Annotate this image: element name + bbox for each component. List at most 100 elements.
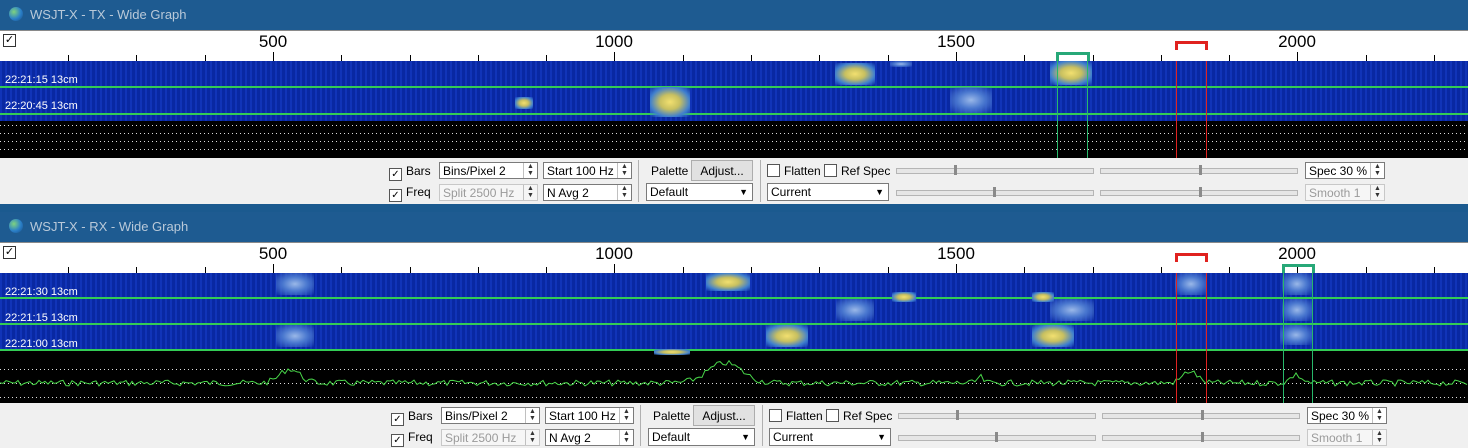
rx-waterfall[interactable]: 22:21:30 13cm 22:21:15 13cm 22:21:00 13c… (0, 273, 1468, 403)
tx-split-spinbox: Split 2500 Hz ▲ ▼ (439, 184, 538, 201)
signal-trace (1282, 299, 1312, 321)
period-separator (0, 86, 1468, 88)
spin-arrows-icon[interactable]: ▲ ▼ (619, 408, 633, 423)
tx-navg-spinbox[interactable]: N Avg 2 ▲ ▼ (543, 184, 632, 201)
rx-marker-line-right (1087, 61, 1088, 158)
spectrum-line (0, 359, 1468, 387)
rx-start-frequency-spinbox[interactable]: Start 100 Hz ▲ ▼ (545, 407, 634, 424)
tx-window-title: WSJT-X - TX - Wide Graph (30, 7, 187, 22)
tx-bars-checkbox[interactable]: ✓ Bars (389, 164, 431, 181)
tx-wide-graph-window: WSJT-X - TX - Wide Graph ✓ 500 1000 1500… (0, 0, 1468, 204)
rx-waterfall-gain-slider[interactable] (1102, 410, 1300, 420)
spin-arrows-icon[interactable]: ▲ ▼ (1372, 408, 1386, 423)
scale-label-1000: 1000 (595, 244, 633, 263)
rx-navg-spinbox[interactable]: N Avg 2 ▲ ▼ (545, 429, 634, 446)
tx-frequency-scale[interactable]: ✓ 500 1000 1500 2000 (0, 30, 1468, 62)
rx-adjust-button[interactable]: Adjust... (693, 405, 755, 426)
divider (760, 160, 761, 202)
spin-arrows-icon[interactable]: ▲ ▼ (525, 408, 539, 423)
tx-start-frequency-spinbox[interactable]: Start 100 Hz ▲ ▼ (543, 162, 632, 179)
tx-spec-percent-spinbox[interactable]: Spec 30 % ▲ ▼ (1305, 162, 1385, 179)
rx-frequency-marker[interactable] (1056, 52, 1090, 61)
tx-waterfall-zero-slider[interactable] (1100, 187, 1298, 197)
period-separator (0, 323, 1468, 325)
spin-arrows-icon[interactable]: ▲ ▼ (617, 185, 631, 200)
app-globe-icon (9, 7, 23, 21)
tx-bins-per-pixel-spinbox[interactable]: Bins/Pixel 2 ▲ ▼ (439, 162, 538, 179)
signal-trace (1282, 273, 1312, 295)
rx-marker-line-right (1312, 273, 1313, 403)
rx-plot-gain-slider[interactable] (898, 410, 1096, 420)
signal-trace (766, 325, 808, 347)
rx-marker-line-left (1283, 273, 1284, 403)
spin-arrows-icon[interactable]: ▲ ▼ (523, 163, 537, 178)
tx-smooth-spinbox: Smooth 1 ▲ ▼ (1305, 184, 1385, 201)
spin-arrows-icon[interactable]: ▲ ▼ (1370, 163, 1384, 178)
signal-trace (515, 97, 533, 109)
tx-plot-gain-slider[interactable] (896, 165, 1094, 175)
rx-wide-graph-window: WSJT-X - RX - Wide Graph ✓ 500 1000 1500… (0, 212, 1468, 448)
scale-label-1500: 1500 (937, 32, 975, 51)
spectrum-grid-line (0, 149, 1468, 150)
rx-palette-select[interactable]: Default ▼ (648, 428, 755, 446)
rx-window-title: WSJT-X - RX - Wide Graph (30, 219, 189, 234)
tx-frequency-marker[interactable] (1175, 41, 1208, 50)
tx-plot-zero-slider[interactable] (896, 187, 1094, 197)
tx-title-bar[interactable]: WSJT-X - TX - Wide Graph (0, 0, 1468, 30)
tx-waterfall[interactable]: 22:21:15 13cm 22:20:45 13cm (0, 61, 1468, 158)
tx-marker-line-right (1206, 273, 1207, 403)
rx-plot-zero-slider[interactable] (898, 432, 1096, 442)
tx-adjust-button[interactable]: Adjust... (691, 160, 753, 181)
tx-flatten-checkbox[interactable]: Flatten (767, 164, 821, 178)
rx-bins-per-pixel-spinbox[interactable]: Bins/Pixel 2 ▲ ▼ (441, 407, 540, 424)
tx-palette-select[interactable]: Default ▼ (646, 183, 753, 201)
spin-arrows-icon[interactable]: ▲ ▼ (619, 430, 633, 445)
rx-palette-label: Palette (653, 409, 691, 423)
app-globe-icon (9, 219, 23, 233)
chevron-down-icon: ▼ (875, 187, 884, 197)
rx-freq-checkbox[interactable]: ✓ Freq (391, 430, 433, 447)
tx-freq-checkbox[interactable]: ✓ Freq (389, 185, 431, 202)
signal-trace (835, 63, 875, 85)
signal-trace (650, 87, 690, 117)
spin-arrows-icon: ▲ ▼ (525, 430, 539, 445)
rx-flatten-checkbox[interactable]: Flatten (769, 409, 823, 423)
spin-arrows-icon[interactable]: ▲ ▼ (617, 163, 631, 178)
divider (762, 405, 763, 446)
tx-scale-checkbox[interactable]: ✓ (3, 34, 16, 47)
spin-arrows-icon: ▲ ▼ (1372, 430, 1386, 445)
tx-frequency-marker[interactable] (1175, 253, 1208, 262)
rx-spectrum-select[interactable]: Current ▼ (769, 428, 891, 446)
signal-trace (1175, 273, 1207, 295)
tx-palette-label: Palette (651, 164, 689, 178)
rx-bars-checkbox[interactable]: ✓ Bars (391, 409, 433, 426)
signal-trace (276, 325, 314, 347)
tx-timestamp-2: 22:20:45 13cm (5, 100, 78, 112)
rx-timestamp-3: 22:21:00 13cm (5, 338, 78, 350)
rx-timestamp-2: 22:21:15 13cm (5, 312, 78, 324)
divider (638, 160, 639, 202)
rx-spec-percent-spinbox[interactable]: Spec 30 % ▲ ▼ (1307, 407, 1387, 424)
rx-controls-panel: ✓ Bars ✓ Freq Bins/Pixel 2 ▲ ▼ Start 100 Hz ▲… (0, 403, 1468, 448)
rx-title-bar[interactable]: WSJT-X - RX - Wide Graph (0, 212, 1468, 242)
tx-refspec-checkbox[interactable]: Ref Spec (824, 164, 890, 178)
signal-trace (892, 292, 916, 302)
rx-frequency-marker[interactable] (1282, 264, 1315, 273)
rx-refspec-checkbox[interactable]: Ref Spec (826, 409, 892, 423)
rx-waterfall-zero-slider[interactable] (1102, 432, 1300, 442)
waterfall-band (0, 61, 1468, 121)
tx-marker-line-right (1206, 61, 1207, 158)
signal-trace (1032, 325, 1074, 347)
period-separator (0, 113, 1468, 115)
tx-spectrum-select[interactable]: Current ▼ (767, 183, 889, 201)
scale-label-2000: 2000 (1278, 244, 1316, 263)
spectrum-plot (0, 359, 1468, 387)
spin-arrows-icon: ▲ ▼ (1370, 185, 1384, 200)
spin-arrows-icon: ▲ ▼ (523, 185, 537, 200)
rx-frequency-scale[interactable]: ✓ 500 1000 1500 2000 (0, 242, 1468, 274)
chevron-down-icon: ▼ (877, 432, 886, 442)
chevron-down-icon: ▼ (739, 187, 748, 197)
rx-scale-checkbox[interactable]: ✓ (3, 246, 16, 259)
divider (640, 405, 641, 446)
tx-waterfall-gain-slider[interactable] (1100, 165, 1298, 175)
